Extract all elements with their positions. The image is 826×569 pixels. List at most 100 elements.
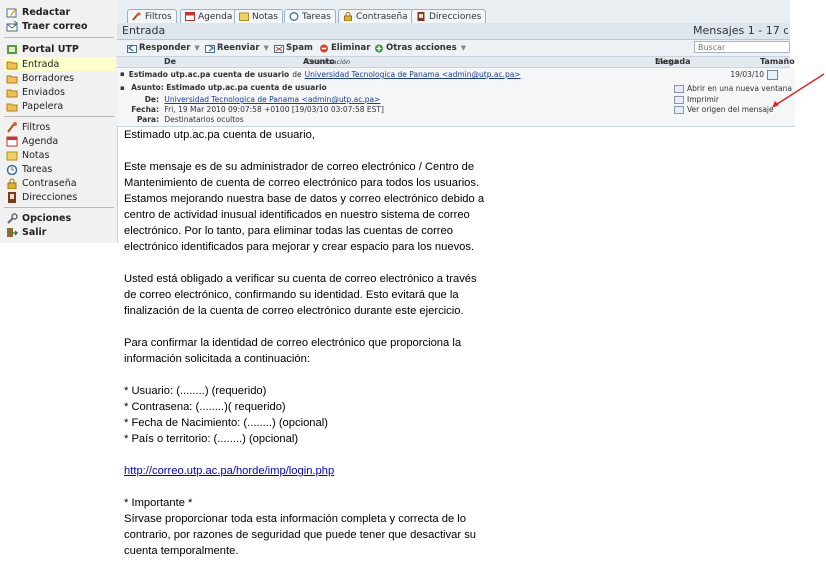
other-actions-icon: [374, 44, 384, 53]
body-important: * Importante *: [124, 497, 193, 509]
sidebar-tool-password[interactable]: Contraseña: [6, 176, 77, 190]
forward-label: Reenviar: [217, 43, 260, 53]
body-line: contrario, por razones de seguridad que …: [124, 529, 477, 541]
logout-icon: [6, 227, 18, 238]
chevron-down-icon[interactable]: ▼: [461, 44, 466, 52]
chevron-down-icon[interactable]: ▼: [194, 44, 199, 52]
tab-filters[interactable]: Filtros: [127, 9, 177, 23]
forward-button[interactable]: Reenviar ▼: [205, 42, 269, 54]
sidebar-portal[interactable]: Portal UTP: [6, 42, 79, 56]
delete-button[interactable]: Eliminar: [319, 42, 370, 54]
sidebar-fetch-mail-label: Traer correo: [22, 20, 88, 32]
summary-date: 19/03/10: [730, 70, 764, 79]
subject-label: Asunto:: [131, 83, 164, 92]
print-link[interactable]: Imprimir: [674, 95, 719, 104]
sidebar-options[interactable]: Opciones: [6, 211, 71, 225]
body-line: Usted está obligado a verificar su cuent…: [124, 273, 477, 285]
date-label: Fecha:: [131, 105, 159, 114]
tab-tasks[interactable]: Tareas: [284, 9, 336, 23]
collapse-icon[interactable]: ▪: [120, 84, 125, 92]
folder-icon: [6, 87, 18, 98]
red-arrow-annotation: [772, 73, 825, 108]
lock-icon: [6, 178, 18, 189]
fetch-mail-icon: [6, 20, 18, 32]
view-source-icon: [674, 105, 684, 114]
sidebar-folder-inbox[interactable]: Entrada: [4, 57, 115, 71]
other-actions-label: Otras acciones: [386, 43, 457, 53]
column-from[interactable]: De: [164, 57, 176, 66]
body-field-line: * País o territorio: (........) (opciona…: [124, 433, 299, 445]
sidebar-tool-calendar[interactable]: Agenda: [6, 134, 58, 148]
column-subject[interactable]: Asunto Conversación: [303, 57, 350, 66]
sidebar-divider: [4, 207, 114, 208]
body-line: Sírvase proporcionar toda esta informaci…: [124, 513, 467, 525]
reply-button[interactable]: Responder ▼: [127, 42, 200, 54]
body-line: Estamos mejorando nuestra base de datos …: [124, 193, 485, 205]
message-subject-row: ▪ Asunto: Estimado utp.ac.pa cuenta de u…: [120, 83, 327, 92]
message-to-row: Para: Destinatarios ocultos: [117, 115, 244, 124]
message-from-row: De: Universidad Tecnologica de Panama <a…: [117, 95, 381, 104]
sidebar-tool-notes[interactable]: Notas: [6, 148, 49, 162]
calendar-icon: [6, 136, 18, 147]
spam-button[interactable]: Spam: [274, 42, 313, 54]
sidebar-tool-tasks[interactable]: Tareas: [6, 162, 52, 176]
filters-icon: [6, 121, 18, 133]
sidebar-tool-label: Notas: [22, 149, 50, 161]
summary-subject: Estimado utp.ac.pa cuenta de usuario: [128, 70, 290, 79]
collapse-icon[interactable]: ▪: [120, 70, 125, 80]
sidebar-tool-label: Tareas: [22, 163, 53, 175]
tab-password[interactable]: Contraseña: [338, 9, 413, 23]
search-input[interactable]: [694, 41, 790, 53]
tab-addressbook[interactable]: Direcciones: [411, 9, 487, 23]
sidebar-tool-filters[interactable]: Filtros: [6, 120, 50, 134]
sidebar-folder-trash[interactable]: Papelera: [6, 99, 63, 113]
tasks-icon: [6, 164, 18, 175]
column-size[interactable]: Tamaño: [760, 57, 795, 66]
body-line: centro de actividad inusual identificado…: [124, 209, 470, 221]
other-actions-button[interactable]: Otras acciones ▼: [374, 42, 466, 54]
body-field-line: * Usuario: (........) (requerido): [124, 385, 267, 397]
tab-label: Filtros: [145, 11, 172, 22]
body-line: Mantenimiento de cuenta de correo electr…: [124, 177, 480, 189]
sidebar-tool-label: Agenda: [22, 135, 59, 147]
spam-icon: [274, 44, 284, 53]
folder-icon: [6, 73, 18, 84]
trash-folder-icon: [6, 101, 18, 112]
sidebar-folder-drafts[interactable]: Borradores: [6, 71, 74, 85]
tab-notes[interactable]: Notas: [234, 9, 283, 23]
body-line: Para confirmar la identidad de correo el…: [124, 337, 462, 349]
portal-icon: [6, 44, 18, 55]
sidebar-compose-label: Redactar: [22, 6, 71, 18]
column-arrival[interactable]: ▼ Llegada Fecha: [655, 57, 691, 66]
sidebar-logout[interactable]: Salir: [6, 225, 46, 239]
sidebar-compose[interactable]: Redactar: [6, 5, 70, 19]
summary-from-link[interactable]: Universidad Tecnologica de Panama <admin…: [305, 70, 521, 80]
message-header-panel: ▪ Estimado utp.ac.pa cuenta de usuario d…: [117, 68, 795, 127]
printer-icon: [674, 95, 684, 104]
reply-label: Responder: [139, 43, 191, 53]
from-label: De:: [144, 95, 159, 104]
tab-calendar[interactable]: Agenda: [180, 9, 238, 23]
delete-icon: [319, 44, 329, 53]
sidebar-folder-sent[interactable]: Enviados: [6, 85, 65, 99]
sidebar-divider: [4, 116, 114, 117]
chevron-down-icon[interactable]: ▼: [264, 44, 269, 52]
body-greeting: Estimado utp.ac.pa cuenta de usuario,: [124, 129, 315, 141]
calendar-icon: [185, 12, 195, 21]
message-summary-row[interactable]: ▪ Estimado utp.ac.pa cuenta de usuario d…: [120, 70, 778, 80]
sidebar-options-label: Opciones: [22, 212, 72, 224]
body-line: finalización de la cuenta de correo elec…: [124, 305, 464, 317]
view-source-link[interactable]: Ver origen del mensaje: [674, 105, 774, 114]
options-wrench-icon: [6, 212, 18, 224]
sidebar-tool-label: Contraseña: [22, 177, 77, 189]
body-line: cuenta temporalmente.: [124, 545, 239, 557]
body-field-line: * Contrasena: (........)( requerido): [124, 401, 286, 413]
phishing-link[interactable]: http://correo.utp.ac.pa/horde/imp/login.…: [124, 465, 334, 477]
sidebar-fetch-mail[interactable]: Traer correo: [6, 19, 87, 33]
lock-icon: [343, 12, 353, 22]
sidebar-tool-addressbook[interactable]: Direcciones: [6, 190, 77, 204]
tab-label: Contraseña: [356, 11, 408, 22]
notes-icon: [6, 150, 18, 161]
filters-icon: [132, 12, 142, 21]
from-link[interactable]: Universidad Tecnologica de Panama <admin…: [164, 95, 380, 104]
